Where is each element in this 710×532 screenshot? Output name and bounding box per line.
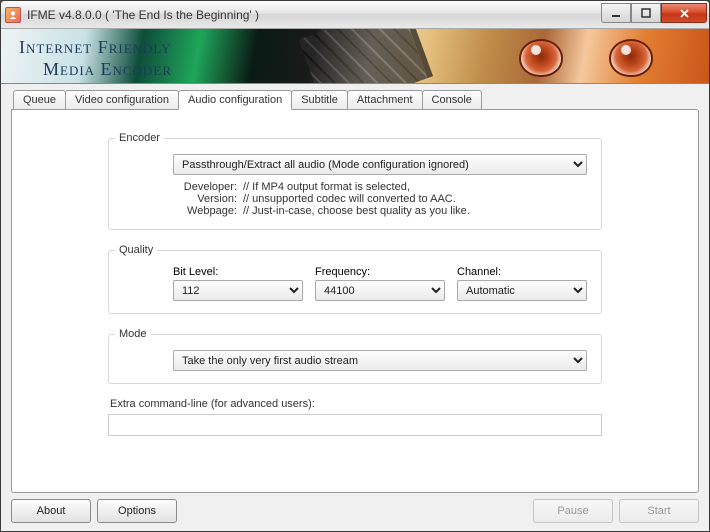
developer-value: // If MP4 output format is selected, (243, 181, 587, 193)
tab-queue[interactable]: Queue (13, 90, 66, 110)
banner-line1: Internet Friendly (19, 37, 172, 59)
about-button[interactable]: About (11, 499, 91, 523)
app-window: IFME v4.8.0.0 ( 'The End Is the Beginnin… (0, 0, 710, 532)
banner: Internet Friendly Media Encoder (1, 29, 709, 84)
start-button[interactable]: Start (619, 499, 699, 523)
banner-title: Internet Friendly Media Encoder (19, 37, 172, 80)
tab-strip: Queue Video configuration Audio configur… (11, 90, 699, 110)
webpage-value: // Just-in-case, choose best quality as … (243, 205, 587, 217)
mode-legend: Mode (115, 328, 151, 340)
anime-art (509, 33, 669, 83)
banner-line2: Media Encoder (43, 59, 172, 81)
titlebar[interactable]: IFME v4.8.0.0 ( 'The End Is the Beginnin… (1, 1, 709, 29)
maximize-button[interactable] (631, 3, 661, 23)
mode-group: Mode Take the only very first audio stre… (108, 328, 602, 384)
tab-console[interactable]: Console (422, 90, 482, 110)
close-button[interactable] (661, 3, 707, 23)
film-strip-graphic (293, 29, 433, 84)
frequency-label: Frequency: (315, 266, 445, 278)
bottom-bar: About Options Pause Start (11, 493, 699, 523)
tab-audio-configuration[interactable]: Audio configuration (178, 90, 292, 110)
quality-group: Quality Bit Level: 112 Frequency: 44100 … (108, 244, 602, 314)
tab-panel-audio: Encoder Passthrough/Extract all audio (M… (11, 109, 699, 493)
tab-attachment[interactable]: Attachment (347, 90, 423, 110)
encoder-info: Developer: // If MP4 output format is se… (173, 181, 587, 217)
bit-level-label: Bit Level: (173, 266, 303, 278)
options-button[interactable]: Options (97, 499, 177, 523)
mode-select[interactable]: Take the only very first audio stream (173, 350, 587, 371)
tab-video-configuration[interactable]: Video configuration (65, 90, 179, 110)
encoder-select[interactable]: Passthrough/Extract all audio (Mode conf… (173, 154, 587, 175)
client-area: Queue Video configuration Audio configur… (1, 84, 709, 531)
pause-button[interactable]: Pause (533, 499, 613, 523)
encoder-legend: Encoder (115, 132, 164, 144)
version-label: Version: (173, 193, 237, 205)
minimize-button[interactable] (601, 3, 631, 23)
window-controls (601, 3, 707, 23)
webpage-label: Webpage: (173, 205, 237, 217)
version-value: // unsupported codec will converted to A… (243, 193, 587, 205)
tab-subtitle[interactable]: Subtitle (291, 90, 348, 110)
encoder-group: Encoder Passthrough/Extract all audio (M… (108, 132, 602, 230)
quality-legend: Quality (115, 244, 157, 256)
extra-cmdline-input[interactable] (108, 414, 602, 436)
bit-level-select[interactable]: 112 (173, 280, 303, 301)
extra-cmdline-label: Extra command-line (for advanced users): (110, 398, 602, 410)
app-icon (5, 7, 21, 23)
window-title: IFME v4.8.0.0 ( 'The End Is the Beginnin… (27, 8, 601, 22)
channel-label: Channel: (457, 266, 587, 278)
frequency-select[interactable]: 44100 (315, 280, 445, 301)
developer-label: Developer: (173, 181, 237, 193)
channel-select[interactable]: Automatic (457, 280, 587, 301)
